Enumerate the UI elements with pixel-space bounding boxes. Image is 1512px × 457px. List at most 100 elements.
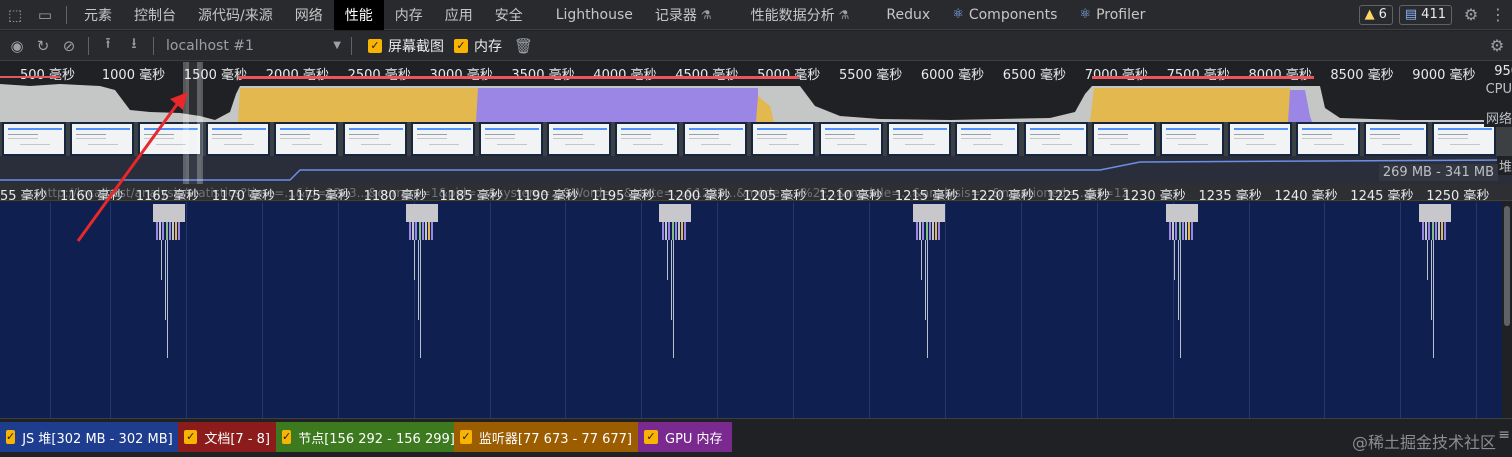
- subtask-bar: [662, 222, 664, 240]
- screenshot-filmstrip[interactable]: [0, 122, 1512, 156]
- capture-settings-gear-icon[interactable]: ⚙: [1482, 36, 1512, 55]
- task-block[interactable]: [1419, 204, 1451, 222]
- subtask-bar: [1172, 222, 1175, 240]
- screenshot-thumbnail[interactable]: [1159, 122, 1224, 156]
- screenshot-thumbnail[interactable]: [819, 122, 884, 156]
- subtask-bar: [919, 222, 922, 240]
- tab-lighthouse[interactable]: Lighthouse: [534, 0, 644, 30]
- tab-network[interactable]: 网络: [284, 0, 334, 30]
- settings-gear-icon[interactable]: ⚙: [1458, 5, 1484, 24]
- task-block[interactable]: [406, 204, 438, 222]
- screenshot-thumbnail[interactable]: [614, 122, 679, 156]
- task-block[interactable]: [913, 204, 945, 222]
- grid-line: [1248, 202, 1250, 418]
- subtask-bar: [165, 222, 168, 240]
- warning-icon: ▲: [1364, 7, 1375, 22]
- heap-usage-line: [0, 159, 1512, 181]
- selection-left-handle[interactable]: [183, 62, 189, 184]
- task-block[interactable]: [153, 204, 185, 222]
- tab-sources[interactable]: 源代码/来源: [187, 0, 284, 30]
- screenshots-checkbox[interactable]: ✓ 屏幕截图: [368, 36, 444, 56]
- toolbar-divider: [351, 36, 352, 55]
- screenshot-thumbnail[interactable]: [206, 122, 271, 156]
- tab-redux[interactable]: Redux: [860, 0, 941, 30]
- memory-track-area[interactable]: [0, 202, 1512, 418]
- subtask-bar: [928, 222, 931, 240]
- tab-application[interactable]: 应用: [434, 0, 484, 30]
- screenshot-thumbnail[interactable]: [1364, 122, 1428, 156]
- subtask-group[interactable]: [916, 222, 942, 240]
- detail-time-tick: 1225 毫秒: [1046, 189, 1110, 201]
- reload-record-button[interactable]: ↻: [30, 33, 56, 59]
- recording-select[interactable]: localhost #1 ▼: [160, 35, 345, 57]
- more-options-icon[interactable]: ⋮: [1490, 5, 1506, 24]
- tab-memory[interactable]: 内存: [384, 0, 434, 30]
- screenshot-thumbnail[interactable]: [2, 122, 66, 156]
- messages-badge[interactable]: ▤ 411: [1398, 4, 1452, 25]
- screenshot-thumbnail[interactable]: [955, 122, 1020, 156]
- detail-time-tick: 1240 毫秒: [1274, 189, 1338, 201]
- screenshot-thumbnail[interactable]: [1023, 122, 1088, 156]
- cpu-scripting-area: [238, 88, 478, 122]
- task-block[interactable]: [1166, 204, 1198, 222]
- screenshot-thumbnail[interactable]: [70, 122, 135, 156]
- tabbar-right: ▲ 6 ▤ 411 ⚙ ⋮: [1358, 4, 1512, 25]
- subtask-bar: [678, 222, 680, 240]
- memory-checkbox[interactable]: ✓ 内存: [454, 36, 502, 56]
- device-toolbar-icon[interactable]: ▭: [30, 0, 60, 30]
- legend-counter-toggle[interactable]: ✓ 监听器[77 673 - 77 677]: [454, 422, 638, 452]
- subtask-bar: [668, 222, 671, 240]
- legend-counter-toggle[interactable]: ✓ 文档[7 - 8]: [178, 422, 276, 452]
- grid-line: [1400, 202, 1402, 418]
- screenshot-thumbnail[interactable]: [546, 122, 611, 156]
- subtask-group[interactable]: [1422, 222, 1448, 240]
- detail-time-tick: 1185 毫秒: [439, 189, 503, 201]
- tab-components[interactable]: ⚛ Components: [941, 0, 1068, 30]
- tab-performance[interactable]: 性能: [333, 0, 384, 30]
- clear-button[interactable]: ⊘: [56, 33, 82, 59]
- subtask-group[interactable]: [156, 222, 182, 240]
- screenshot-thumbnail[interactable]: [683, 122, 747, 156]
- screenshot-thumbnail[interactable]: [751, 122, 816, 156]
- vertical-scrollbar[interactable]: [1502, 202, 1512, 418]
- tab-elements[interactable]: 元素: [73, 0, 123, 30]
- legend-counter-toggle[interactable]: ✓ 节点[156 292 - 156 299]: [276, 422, 455, 452]
- tab-security[interactable]: 安全: [484, 0, 534, 30]
- tab-console[interactable]: 控制台: [123, 0, 187, 30]
- garbage-collect-trash-icon[interactable]: 🗑: [514, 37, 533, 55]
- warnings-badge[interactable]: ▲ 6: [1358, 4, 1393, 25]
- legend-counter-toggle[interactable]: ✓ JS 堆[302 MB - 302 MB]: [0, 422, 178, 452]
- inspect-element-icon[interactable]: ⬚: [0, 0, 30, 30]
- load-profile-button[interactable]: ⭱: [95, 33, 121, 59]
- screenshot-thumbnail[interactable]: [274, 122, 339, 156]
- detail-time-tick: 1190 毫秒: [515, 189, 579, 201]
- selection-right-handle[interactable]: [197, 62, 203, 184]
- call-stack-line: [1174, 240, 1175, 280]
- screenshot-thumbnail[interactable]: [478, 122, 543, 156]
- menu-icon[interactable]: ≡: [1498, 427, 1510, 443]
- legend-counter-toggle[interactable]: ✓ GPU 内存: [638, 422, 732, 452]
- call-stack-line: [167, 240, 168, 358]
- subtask-group[interactable]: [662, 222, 688, 240]
- subtask-group[interactable]: [1169, 222, 1195, 240]
- subtask-bar: [925, 222, 928, 240]
- screenshot-thumbnail[interactable]: [1295, 122, 1360, 156]
- tab-performance-insights[interactable]: 性能数据分析 ⚗: [723, 0, 861, 30]
- grid-line: [1096, 202, 1098, 418]
- tab-recorder[interactable]: 记录器 ⚗: [644, 0, 723, 30]
- tab-profiler[interactable]: ⚛ Profiler: [1068, 0, 1156, 30]
- screenshot-thumbnail[interactable]: [887, 122, 952, 156]
- screenshot-thumbnail[interactable]: [1091, 122, 1156, 156]
- call-stack-line: [1180, 240, 1181, 358]
- call-stack-line: [673, 240, 674, 358]
- save-profile-button[interactable]: ⭳: [121, 33, 147, 59]
- screenshot-thumbnail[interactable]: [1432, 122, 1497, 156]
- subtask-group[interactable]: [409, 222, 435, 240]
- upload-icon: ⭱: [105, 34, 111, 52]
- screenshot-thumbnail[interactable]: [410, 122, 475, 156]
- task-block[interactable]: [659, 204, 691, 222]
- timeline-overview[interactable]: 500 毫秒 1000 毫秒 1500 毫秒 2000 毫秒 2500 毫秒 3000 毫…: [0, 62, 1512, 184]
- screenshot-thumbnail[interactable]: [342, 122, 407, 156]
- screenshot-thumbnail[interactable]: [1227, 122, 1292, 156]
- record-button[interactable]: ◉: [4, 33, 30, 59]
